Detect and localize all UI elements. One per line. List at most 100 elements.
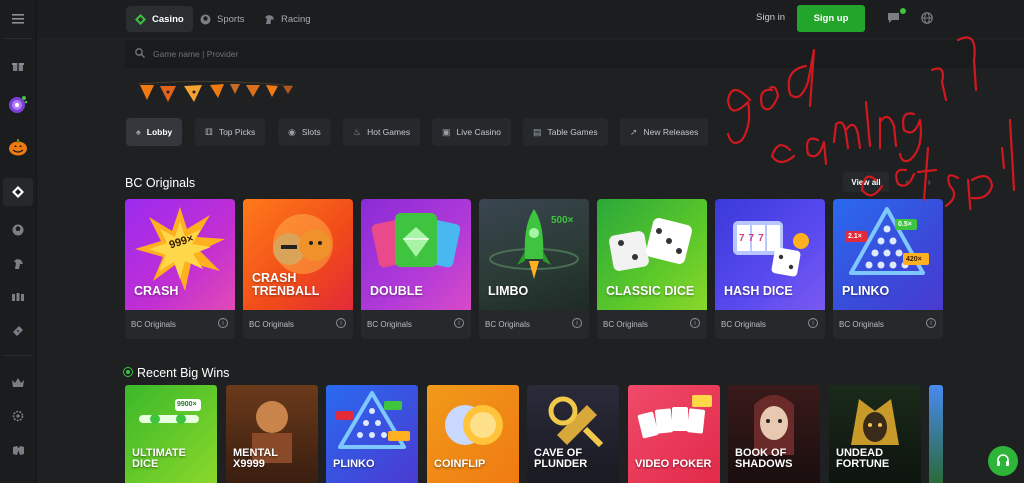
recent-win-mental[interactable]: MENTAL X9999 xyxy=(226,385,318,483)
recent-win-book-of-shadows[interactable]: BOOK OF SHADOWS xyxy=(728,385,820,483)
multiplier-badge: 420× xyxy=(906,256,922,263)
sponsorship-icon[interactable] xyxy=(3,436,33,464)
chevron-left-icon[interactable]: ‹ xyxy=(898,172,916,192)
tab-sports[interactable]: Sports xyxy=(191,6,253,32)
lottery-nav-icon[interactable] xyxy=(3,283,33,311)
game-card-plinko[interactable]: 2.1× 0.5× 420× PLINKO BC Originals i xyxy=(833,199,943,339)
recent-win-partial-card[interactable] xyxy=(929,385,943,483)
gift-icon[interactable] xyxy=(3,52,33,80)
spin-wheel-icon[interactable] xyxy=(3,90,33,118)
recent-win-undead-fortune[interactable]: UNDEAD FORTUNE xyxy=(829,385,921,483)
category-live-casino[interactable]: ▣ Live Casino xyxy=(432,118,511,146)
game-title: PLINKO xyxy=(842,283,890,298)
game-title: MENTAL X9999 xyxy=(233,446,278,471)
tab-casino[interactable]: Casino xyxy=(126,6,193,32)
game-card-limbo[interactable]: 500× LIMBO BC Originals i xyxy=(479,199,589,339)
chevron-right-icon[interactable]: › xyxy=(920,172,938,192)
casino-nav-icon[interactable] xyxy=(3,178,33,206)
game-card-crash-trenball[interactable]: CRASH TRENBALL BC Originals i xyxy=(243,199,353,339)
sign-up-button[interactable]: Sign up xyxy=(797,5,865,32)
game-provider: BC Originals xyxy=(603,320,648,329)
sidebar-divider xyxy=(4,38,32,39)
game-card-classic-dice[interactable]: CLASSIC DICE BC Originals i xyxy=(597,199,707,339)
game-provider: BC Originals xyxy=(839,320,884,329)
game-card-double[interactable]: DOUBLE BC Originals i xyxy=(361,199,471,339)
view-all-button[interactable]: View all xyxy=(843,172,889,192)
game-title: COINFLIP xyxy=(434,458,486,471)
sports-nav-icon[interactable] xyxy=(3,216,33,244)
game-title: ULTIMATE DICE xyxy=(132,446,186,471)
horse-icon xyxy=(264,14,275,25)
slots-icon: ◉ xyxy=(288,126,296,137)
sidebar-divider xyxy=(4,355,32,356)
sign-in-link[interactable]: Sign in xyxy=(756,12,785,23)
section-title-recent-wins: Recent Big Wins xyxy=(137,366,230,380)
info-icon[interactable]: i xyxy=(926,318,936,328)
tab-sports-label: Sports xyxy=(217,13,245,25)
info-icon[interactable]: i xyxy=(690,318,700,328)
info-icon[interactable]: i xyxy=(218,318,228,328)
recent-win-cave-of-plunder[interactable]: CAVE OF PLUNDER xyxy=(527,385,619,483)
info-icon[interactable]: i xyxy=(454,318,464,328)
slot-reels-label: 777 xyxy=(739,233,768,244)
category-lobby[interactable]: ♠ Lobby xyxy=(126,118,183,146)
tab-racing[interactable]: Racing xyxy=(255,6,320,32)
info-icon[interactable]: i xyxy=(572,318,582,328)
halloween-bunting-decoration xyxy=(138,80,294,102)
settings-gear-icon[interactable] xyxy=(3,402,33,430)
search-input[interactable] xyxy=(153,49,453,59)
recent-win-ultimate-dice[interactable]: 9900× ULTIMATE DICE xyxy=(125,385,217,483)
game-provider: BC Originals xyxy=(367,320,412,329)
category-label: Table Games xyxy=(547,127,598,137)
recent-win-plinko[interactable]: PLINKO xyxy=(326,385,418,483)
soccer-ball-icon xyxy=(200,14,211,25)
category-hot-games[interactable]: ♨ Hot Games xyxy=(343,118,421,146)
spade-icon: ♠ xyxy=(136,127,141,137)
game-title: CAVE OF PLUNDER xyxy=(534,446,588,471)
chat-icon[interactable] xyxy=(885,10,901,26)
top-navigation-bar: Casino Sports Racing Sign in Sign up xyxy=(37,0,1024,38)
tab-casino-label: Casino xyxy=(152,13,184,25)
game-title: LIMBO xyxy=(488,283,529,298)
game-search-bar[interactable] xyxy=(125,40,1024,68)
info-icon[interactable]: i xyxy=(336,318,346,328)
notification-dot xyxy=(900,8,906,14)
globe-icon[interactable] xyxy=(919,10,935,26)
game-title: DOUBLE xyxy=(370,283,423,298)
vip-crown-icon[interactable] xyxy=(3,368,33,396)
category-label: Live Casino xyxy=(456,127,501,137)
category-table-games[interactable]: ▤ Table Games xyxy=(523,118,608,146)
ticket-nav-icon[interactable] xyxy=(3,317,33,345)
game-title: CRASH xyxy=(134,283,179,298)
category-slots[interactable]: ◉ Slots xyxy=(278,118,331,146)
multiplier-badge: 2.1× xyxy=(848,233,862,240)
recent-win-video-poker[interactable]: VIDEO POKER xyxy=(628,385,720,483)
menu-icon[interactable] xyxy=(3,5,33,33)
category-label: Hot Games xyxy=(367,127,411,137)
info-icon[interactable]: i xyxy=(808,318,818,328)
category-label: Slots xyxy=(301,127,321,137)
multiplier-badge: 500× xyxy=(551,215,574,226)
game-card-crash[interactable]: 999× CRASH BC Originals i xyxy=(125,199,235,339)
game-title: CRASH TRENBALL xyxy=(252,270,320,298)
game-title: BOOK OF SHADOWS xyxy=(735,446,793,471)
racing-nav-icon[interactable] xyxy=(3,250,33,278)
rocket-icon: ➚ xyxy=(630,126,638,137)
casino-app: Casino Sports Racing Sign in Sign up Gam… xyxy=(0,0,1024,483)
category-label: Lobby xyxy=(146,127,173,137)
game-provider: BC Originals xyxy=(721,320,766,329)
support-headset-icon[interactable] xyxy=(988,446,1018,476)
game-title: VIDEO POKER xyxy=(635,458,712,471)
game-card-hash-dice[interactable]: 777 HASH DICE BC Originals i xyxy=(715,199,825,339)
category-new-releases[interactable]: ➚ New Releases xyxy=(620,118,709,146)
dice-icon: ⚅ xyxy=(205,126,213,137)
game-provider: BC Originals xyxy=(131,320,176,329)
game-title: CLASSIC DICE xyxy=(606,283,695,298)
category-top-picks[interactable]: ⚅ Top Picks xyxy=(195,118,266,146)
sidebar xyxy=(0,0,37,483)
search-icon xyxy=(135,47,145,61)
recent-win-coinflip[interactable]: COINFLIP xyxy=(427,385,519,483)
pumpkin-icon[interactable] xyxy=(3,133,33,161)
live-icon: ▣ xyxy=(442,126,451,137)
multiplier-badge: 0.5× xyxy=(898,221,912,228)
